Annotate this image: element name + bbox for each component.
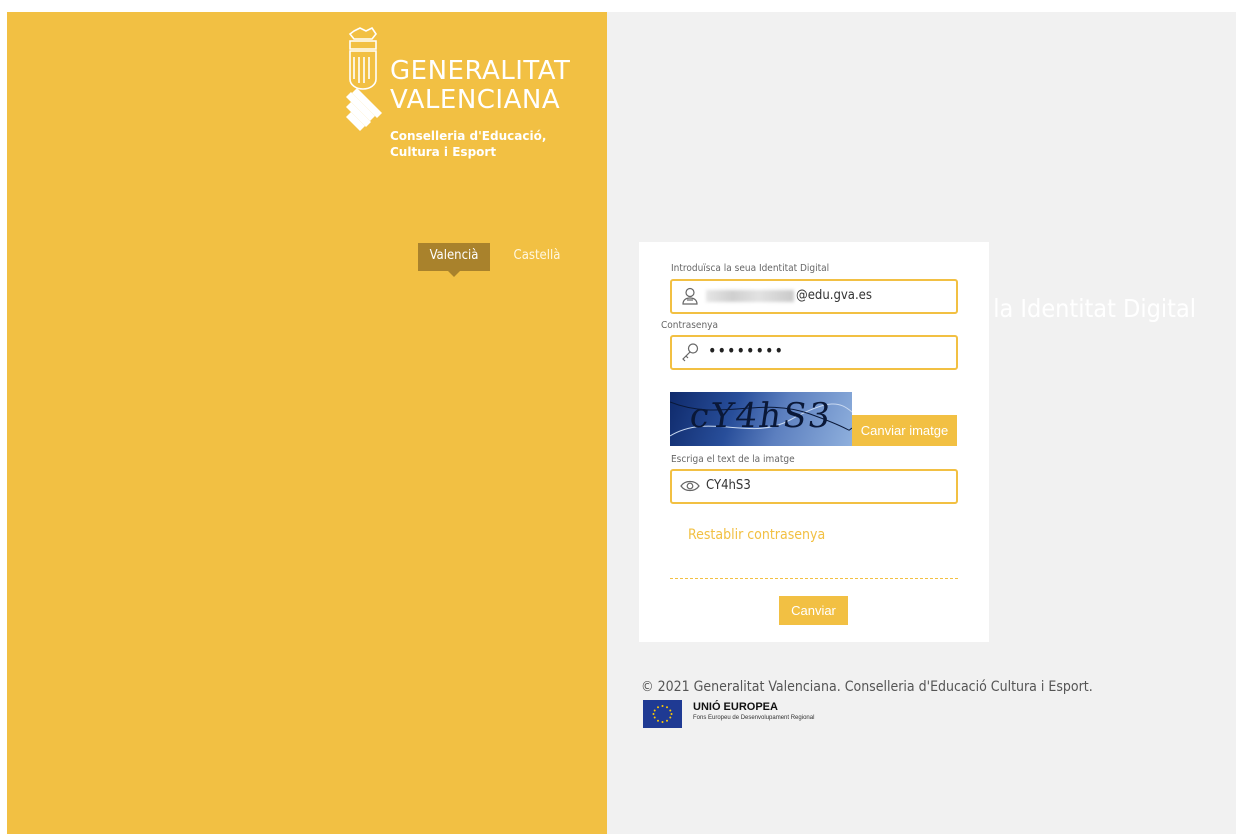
restore-password-link[interactable]: Restablir contrasenya [688,527,825,543]
logo-title: GENERALITAT VALENCIANA [390,57,570,115]
captcha-input[interactable]: CY4hS3 [670,469,958,504]
copyright-text: © 2021 Generalitat Valenciana. Conseller… [641,679,1093,695]
captcha-text: cY4hS3 [687,396,835,436]
language-castellano-link[interactable]: Castellà [507,243,567,271]
captcha-input-label: Escriga el text de la imatge [671,454,795,465]
submit-button[interactable]: Canviar [779,596,848,625]
password-input[interactable]: •••••••• [670,335,958,370]
user-icon [682,287,698,305]
logo-dept-line-1: Conselleria d'Educació, [390,129,547,143]
eu-flag-icon [643,700,682,728]
change-image-button[interactable]: Canviar imatge [852,415,957,446]
password-label: Contrasenya [661,320,718,331]
identity-value: @edu.gva.es [706,288,872,303]
password-value: •••••••• [708,341,784,360]
logo-department: Conselleria d'Educació, Cultura i Esport [390,128,546,160]
logo-dept-line-2: Cultura i Esport [390,145,497,159]
logo-line-2: VALENCIANA [390,85,561,115]
logo-line-1: GENERALITAT [390,56,571,86]
identity-label: Introduïsca la seua Identitat Digital [671,263,830,274]
redacted-username [706,289,794,302]
captcha-image: cY4hS3 [670,392,852,446]
language-valencia-button[interactable]: Valencià [418,243,490,277]
captcha-input-value: CY4hS3 [706,478,751,493]
identity-domain: @edu.gva.es [796,288,872,303]
eye-icon [680,480,700,492]
form-divider [670,578,958,579]
key-icon [682,343,699,362]
eu-title: UNIÓ EUROPEA [693,701,778,713]
generalitat-emblem-icon [346,27,382,131]
identity-input[interactable]: @edu.gva.es [670,279,958,314]
eu-subtitle: Fons Europeu de Desenvolupament Regional [693,715,815,721]
